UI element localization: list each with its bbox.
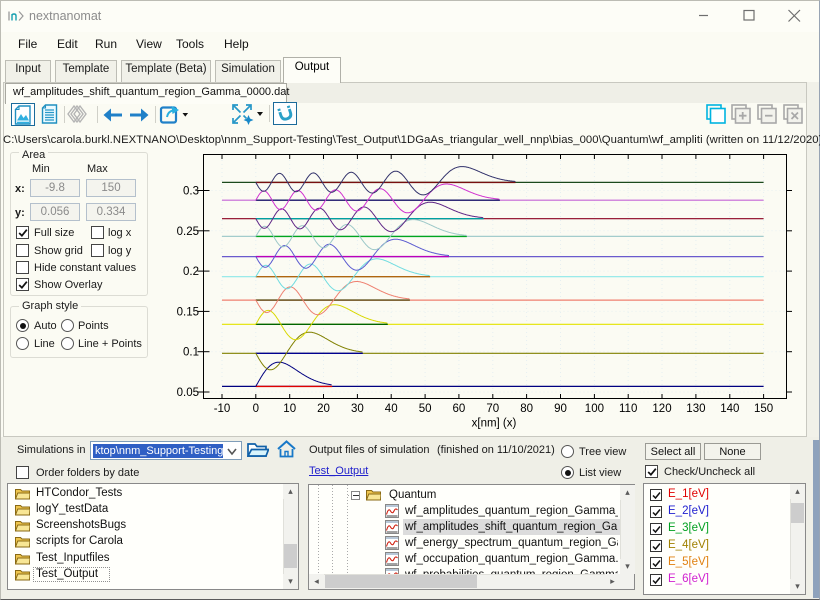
svg-text:120: 120	[652, 403, 671, 415]
svg-text:50: 50	[419, 403, 432, 415]
svg-text:0.25: 0.25	[177, 226, 199, 238]
svg-text:40: 40	[385, 403, 398, 415]
svg-text:-10: -10	[214, 403, 231, 415]
svg-text:70: 70	[486, 403, 499, 415]
svg-text:110: 110	[619, 403, 637, 415]
svg-text:0.2: 0.2	[183, 266, 199, 278]
svg-text:60: 60	[453, 403, 466, 415]
svg-text:10: 10	[283, 403, 296, 415]
svg-text:100: 100	[585, 403, 604, 415]
svg-text:0.1: 0.1	[183, 347, 199, 359]
svg-text:0.3: 0.3	[183, 186, 199, 198]
svg-text:130: 130	[686, 403, 705, 415]
svg-text:20: 20	[317, 403, 330, 415]
svg-text:0: 0	[253, 403, 259, 415]
svg-text:x[nm] (x): x[nm] (x)	[472, 418, 517, 430]
svg-text:90: 90	[554, 403, 567, 415]
svg-text:140: 140	[720, 403, 739, 415]
svg-text:0.05: 0.05	[177, 387, 199, 399]
svg-text:80: 80	[520, 403, 533, 415]
svg-text:150: 150	[754, 403, 773, 415]
svg-text:30: 30	[351, 403, 364, 415]
svg-text:0.15: 0.15	[177, 306, 199, 318]
